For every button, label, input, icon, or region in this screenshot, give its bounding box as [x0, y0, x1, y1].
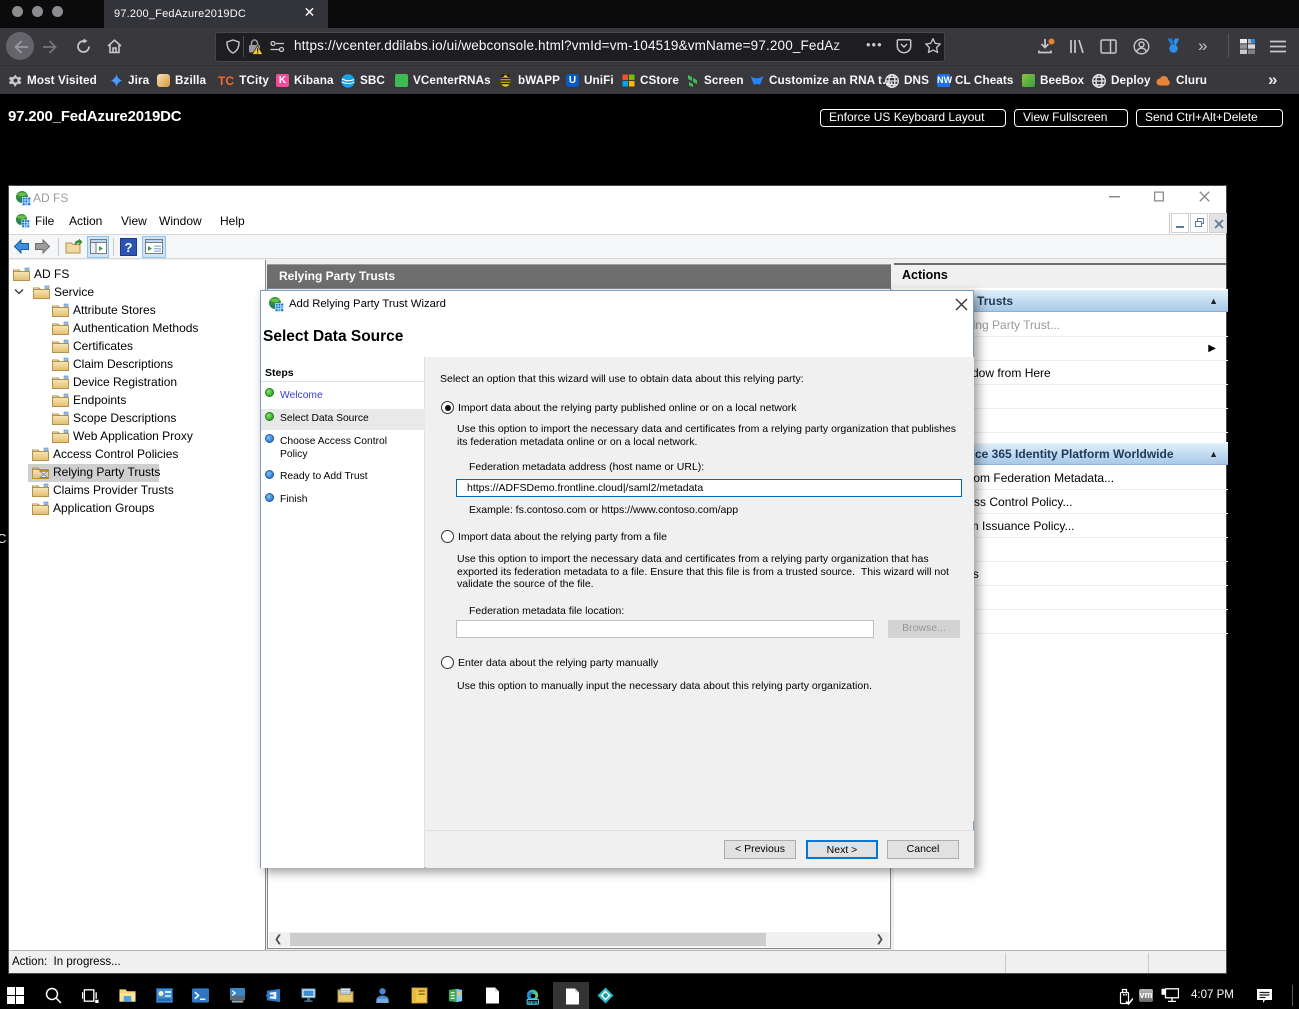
svg-text:BETA: BETA: [528, 1000, 538, 1004]
